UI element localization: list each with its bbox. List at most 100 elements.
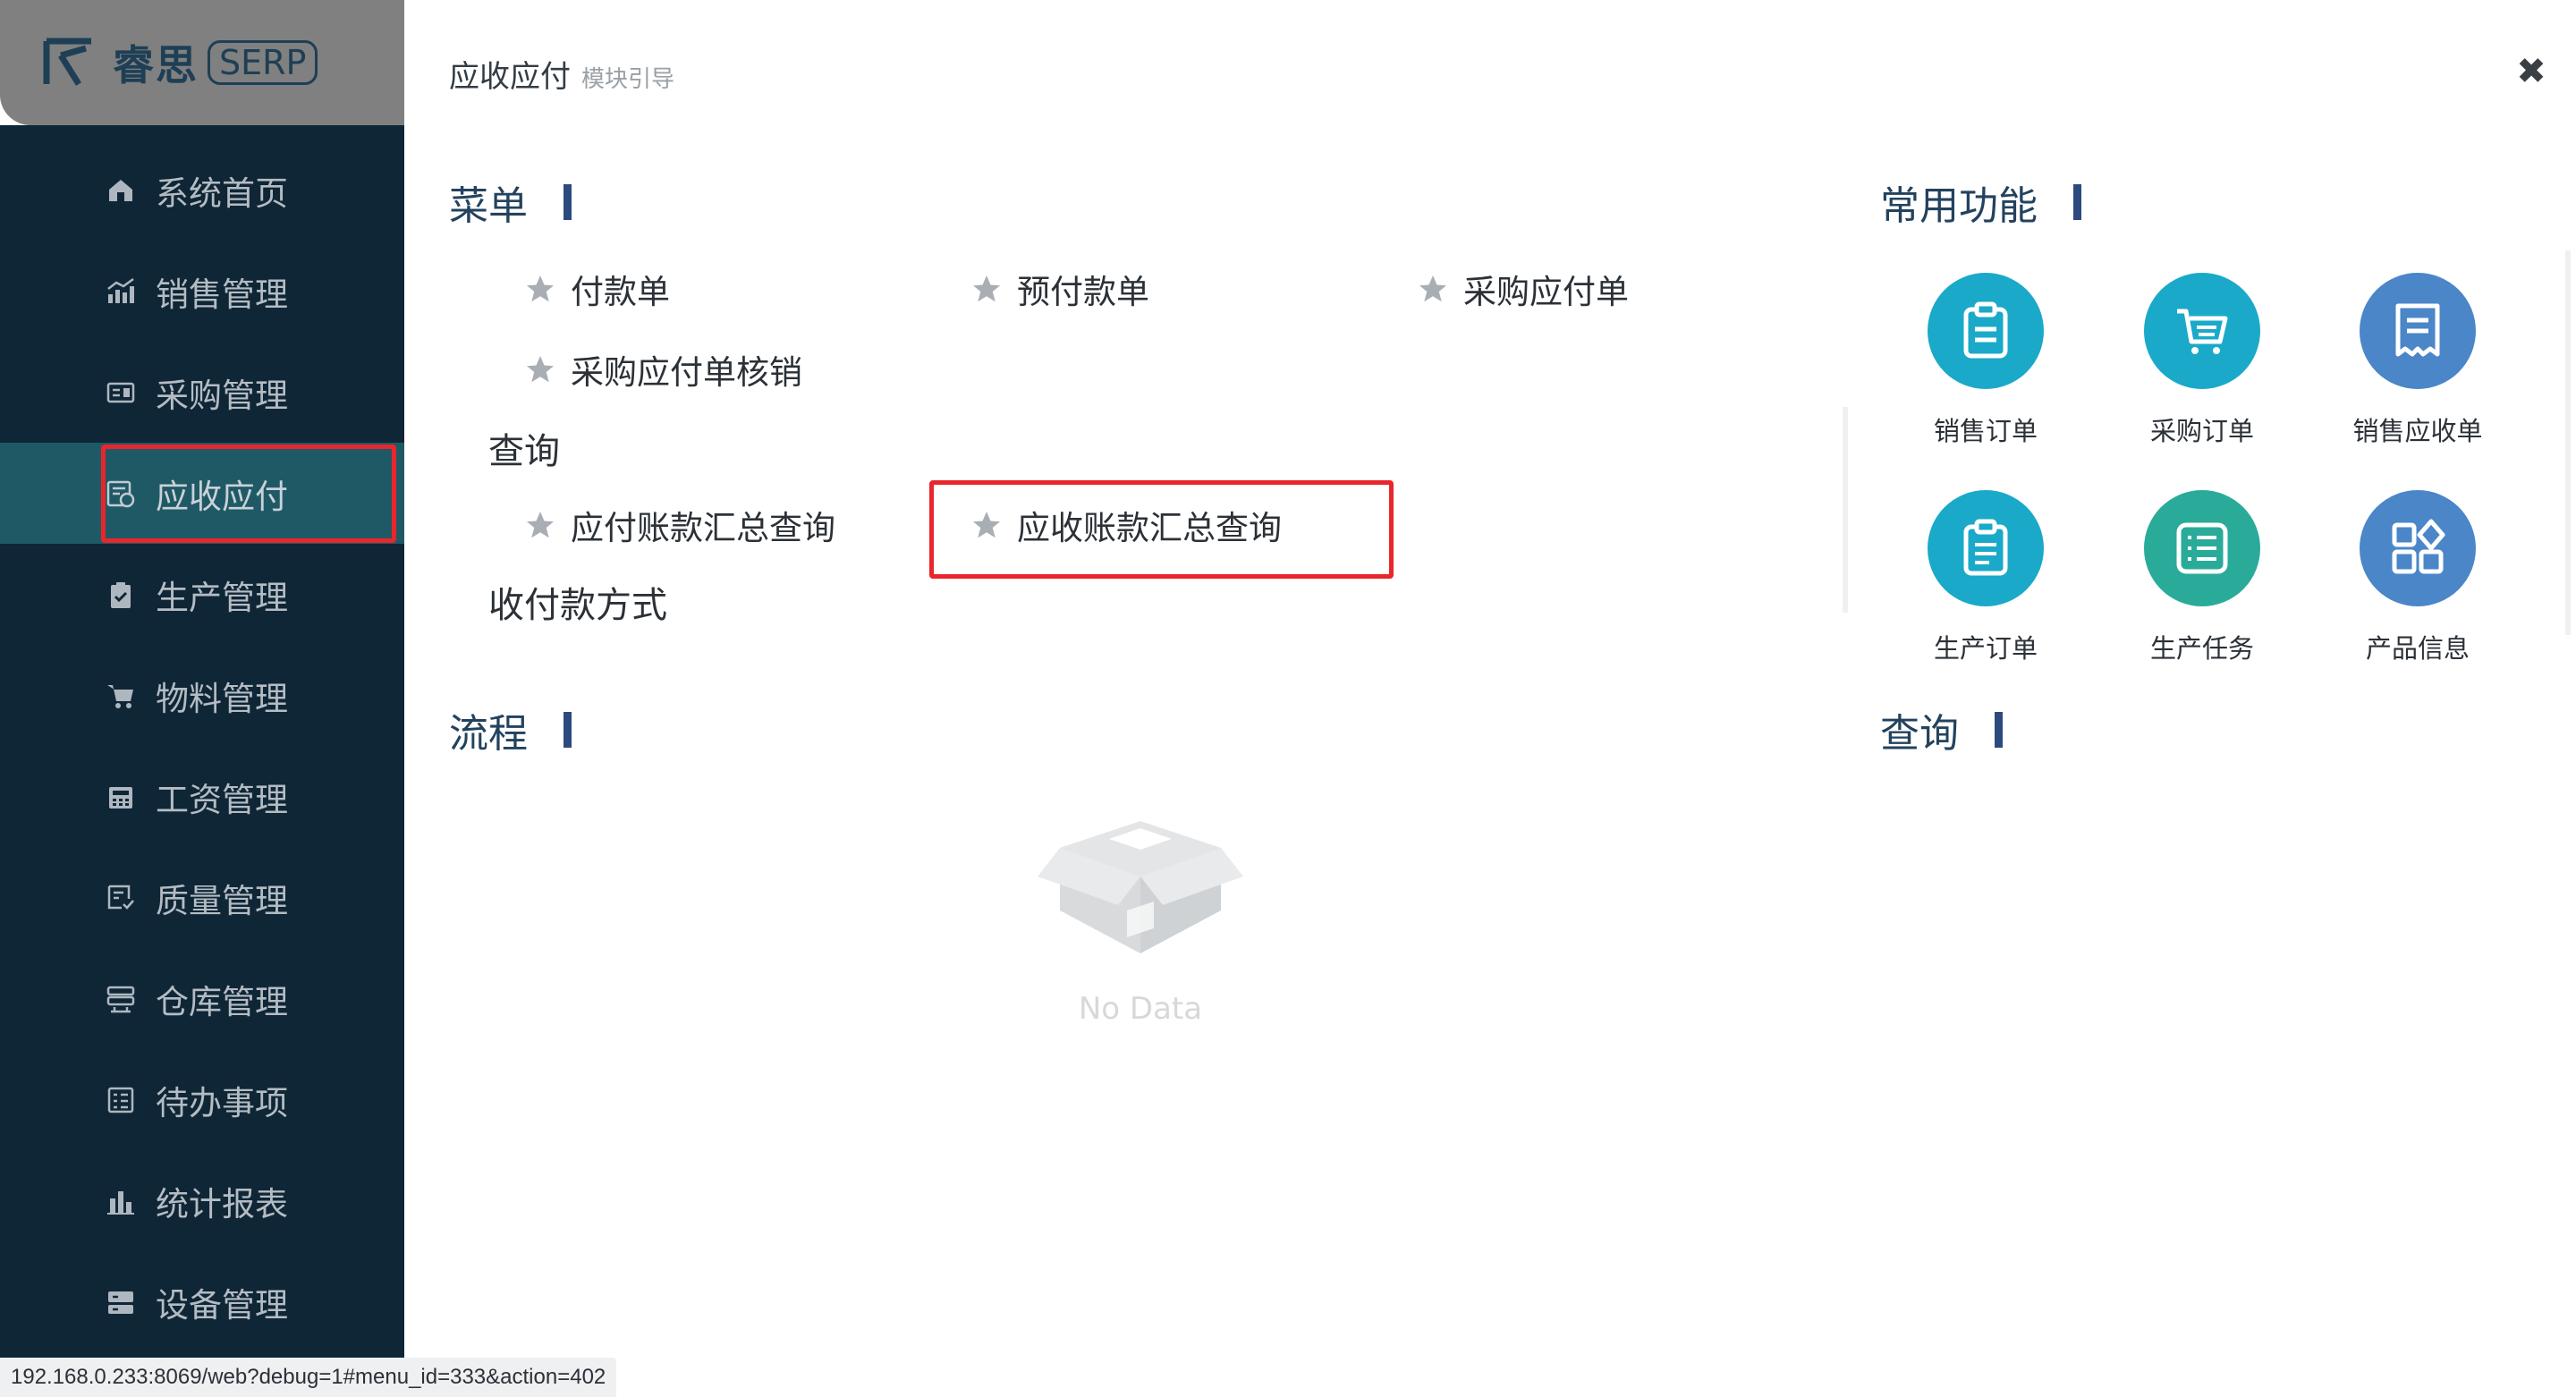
shortcut-label: 生产订单	[1933, 633, 2038, 664]
close-button[interactable]: ✖	[2512, 51, 2551, 92]
sidebar-item-label: 系统首页	[156, 174, 288, 213]
sidebar-item-todo[interactable]: 待办事项	[0, 1049, 404, 1150]
section-common-query-title: 查询	[1880, 701, 2003, 758]
sidebar-item-label: 生产管理	[156, 578, 288, 617]
todo-icon	[107, 1087, 134, 1113]
section-flow-title: 流程	[449, 701, 572, 758]
sidebar-item-home[interactable]: 系统首页	[0, 140, 404, 241]
empty-box-icon	[1038, 821, 1243, 953]
page-title-text: 应收应付	[449, 59, 571, 95]
menu-link-label: 付款单	[571, 273, 670, 311]
sidebar-item-salary[interactable]: 工资管理	[0, 746, 404, 847]
shortcut-circle	[2360, 490, 2476, 606]
menu-link-payment[interactable]: 付款单	[524, 265, 670, 313]
bar-chart-icon	[107, 1190, 134, 1215]
menu-link-label: 采购应付单核销	[571, 353, 802, 392]
section-accent-bar	[564, 184, 572, 220]
star-icon	[1419, 275, 1446, 302]
section-menu-title: 菜单	[449, 174, 572, 231]
star-icon	[527, 512, 554, 538]
shortcut-purchase-order[interactable]: 采购订单	[2117, 273, 2287, 448]
grid-icon	[2392, 519, 2445, 574]
sidebar-item-label: 采购管理	[156, 376, 288, 415]
highlight-box-sidebar	[101, 444, 396, 543]
sidebar-item-production[interactable]: 生产管理	[0, 544, 404, 645]
clipboard-icon	[1963, 519, 2008, 576]
brand-name-cn: 睿思	[113, 41, 199, 89]
sidebar-nav: 系统首页 销售管理 采购管理 应收应付 生产管理 物料管理 工资管理 质量管理 …	[0, 140, 404, 1352]
sidebar-item-warehouse[interactable]: 仓库管理	[0, 948, 404, 1049]
shortcut-circle	[2144, 273, 2260, 389]
sidebar: 睿思 SERP 系统首页 销售管理 采购管理 应收应付 生产管理 物料管理 工资…	[0, 0, 404, 1397]
sidebar-item-reports[interactable]: 统计报表	[0, 1150, 404, 1251]
section-title-text: 流程	[449, 711, 528, 757]
shortcut-sales-receivable[interactable]: 销售应收单	[2333, 273, 2503, 448]
clipboard-icon	[111, 581, 131, 608]
sidebar-item-label: 质量管理	[156, 881, 288, 920]
clipboard-icon	[1963, 301, 2008, 359]
quality-icon	[107, 885, 134, 910]
empty-state-text: No Data	[1078, 991, 1203, 1027]
menu-link-label: 应付账款汇总查询	[571, 509, 835, 547]
logo[interactable]: 睿思 SERP	[43, 34, 318, 91]
sidebar-item-label: 设备管理	[156, 1285, 288, 1325]
sidebar-item-sales[interactable]: 销售管理	[0, 241, 404, 342]
section-accent-bar	[1995, 712, 2003, 748]
list-icon	[2176, 522, 2228, 574]
section-accent-bar	[564, 712, 572, 748]
shortcut-circle	[2360, 273, 2476, 389]
shortcut-label: 销售应收单	[2352, 416, 2483, 446]
section-common-title: 常用功能	[1880, 174, 2081, 231]
shortcut-circle	[1928, 273, 2044, 389]
sidebar-item-quality[interactable]: 质量管理	[0, 847, 404, 948]
receipt-icon	[2395, 303, 2440, 357]
logo-area: 睿思 SERP	[0, 0, 404, 125]
right-scrollbar[interactable]	[2565, 250, 2571, 635]
shortcut-label: 生产任务	[2149, 633, 2254, 664]
cart-icon	[2177, 309, 2228, 354]
section-title-text: 查询	[1880, 711, 1959, 757]
device-icon	[108, 1291, 133, 1314]
shortcut-product-info[interactable]: 产品信息	[2333, 490, 2503, 665]
shortcut-sales-order[interactable]: 销售订单	[1901, 273, 2071, 448]
shortcut-production-task[interactable]: 生产任务	[2117, 490, 2287, 665]
menu-link-prepayment[interactable]: 预付款单	[970, 265, 1149, 313]
sidebar-item-device[interactable]: 设备管理	[0, 1251, 404, 1352]
logo-icon	[43, 38, 91, 86]
sidebar-item-label: 销售管理	[156, 275, 288, 314]
calculator-icon	[109, 786, 132, 809]
section-accent-bar	[2073, 184, 2081, 220]
star-icon	[973, 275, 1000, 302]
subheading-query: 查询	[488, 431, 560, 472]
menu-link-payment-methods[interactable]: 收付款方式	[488, 576, 667, 628]
menu-link-label: 采购应付单	[1463, 273, 1629, 311]
menu-link-purchase-payable[interactable]: 采购应付单	[1417, 265, 1629, 313]
sidebar-item-material[interactable]: 物料管理	[0, 645, 404, 746]
purchase-icon	[106, 382, 135, 402]
chart-icon	[107, 277, 134, 303]
page-title: 应收应付 模块引导	[449, 52, 674, 96]
sidebar-item-label: 统计报表	[156, 1184, 288, 1223]
status-bar-url: 192.168.0.233:8069/web?debug=1#menu_id=3…	[0, 1358, 617, 1397]
shortcut-circle	[1928, 490, 2044, 606]
empty-state: No Data	[1038, 803, 1243, 1027]
sidebar-item-purchase[interactable]: 采购管理	[0, 342, 404, 443]
home-icon	[109, 179, 132, 201]
shortcut-production-order[interactable]: 生产订单	[1901, 490, 2071, 665]
shortcut-label: 产品信息	[2365, 633, 2470, 664]
shortcut-circle	[2144, 490, 2260, 606]
menu-link-payable-summary[interactable]: 应付账款汇总查询	[524, 501, 835, 549]
cart-icon	[107, 684, 133, 708]
sidebar-item-label: 工资管理	[156, 780, 288, 819]
warehouse-icon	[106, 986, 135, 1012]
menu-link-label: 预付款单	[1017, 273, 1149, 311]
shortcut-label: 销售订单	[1933, 416, 2038, 446]
star-icon	[527, 275, 554, 302]
panel-divider	[1843, 407, 1848, 613]
highlight-box-query	[929, 480, 1394, 579]
sidebar-item-label: 待办事项	[156, 1083, 288, 1122]
menu-link-payable-writeoff[interactable]: 采购应付单核销	[524, 345, 802, 394]
sidebar-item-label: 仓库管理	[156, 982, 288, 1021]
star-icon	[527, 356, 554, 383]
section-title-text: 菜单	[449, 183, 528, 229]
